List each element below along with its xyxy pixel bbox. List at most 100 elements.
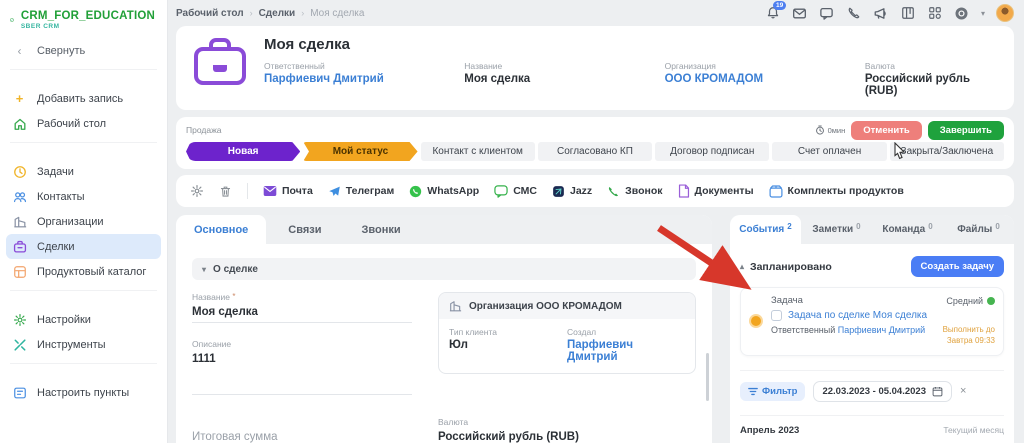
stage-closed[interactable]: Закрыта/Заключена bbox=[890, 142, 1004, 161]
chevron-left-icon: ‹ bbox=[12, 44, 27, 58]
tab-calls[interactable]: Звонки bbox=[344, 215, 419, 244]
deal-name-field[interactable]: Название * Моя сделка bbox=[192, 292, 412, 323]
help-icon[interactable] bbox=[954, 5, 970, 21]
stage-my-status[interactable]: Мой статус bbox=[303, 142, 417, 161]
cancel-deal-button[interactable]: Отменить bbox=[851, 121, 921, 140]
breadcrumb-deals[interactable]: Сделки bbox=[259, 8, 296, 19]
tab-relations[interactable]: Связи bbox=[270, 215, 339, 244]
stage-new[interactable]: Новая bbox=[186, 142, 300, 161]
user-avatar[interactable] bbox=[996, 4, 1014, 22]
chevron-up-icon: ▴ bbox=[740, 262, 744, 271]
breadcrumb-current: Моя сделка bbox=[310, 8, 364, 19]
action-jazz[interactable]: Jazz bbox=[552, 185, 592, 198]
field-label: Валюта bbox=[865, 61, 998, 71]
breadcrumb-desktop[interactable]: Рабочий стол bbox=[176, 8, 244, 19]
action-sms[interactable]: СМС bbox=[494, 185, 537, 198]
tab-events[interactable]: События2 bbox=[730, 215, 801, 244]
sidebar-item-contacts[interactable]: Контакты bbox=[0, 184, 167, 209]
sidebar-item-product-catalog[interactable]: Продуктовый каталог bbox=[0, 259, 167, 284]
stage-contract-signed[interactable]: Договор подписан bbox=[655, 142, 769, 161]
required-mark: * bbox=[232, 292, 235, 301]
field-label: Ответственный bbox=[264, 61, 464, 71]
create-task-button[interactable]: Создать задачу bbox=[911, 256, 1004, 277]
sidebar-item-add-record[interactable]: + Добавить запись bbox=[0, 86, 167, 111]
total-amount-field[interactable]: Итоговая сумма bbox=[192, 417, 412, 443]
sidebar-item-deals[interactable]: Сделки bbox=[6, 234, 161, 259]
deal-owner-link[interactable]: Парфиевич Дмитрий bbox=[264, 73, 464, 85]
chat-icon[interactable] bbox=[819, 5, 835, 21]
tab-notes[interactable]: Заметки0 bbox=[801, 215, 872, 244]
chevron-down-icon: ▾ bbox=[202, 265, 206, 274]
action-whatsapp[interactable]: WhatsApp bbox=[409, 185, 479, 198]
action-mail[interactable]: Почта bbox=[263, 185, 313, 197]
action-product-bundles[interactable]: Комплекты продуктов bbox=[769, 185, 904, 198]
scrollbar-thumb[interactable] bbox=[706, 353, 709, 401]
planned-section-header[interactable]: ▴ Запланировано bbox=[740, 261, 832, 273]
main-tabs: Основное Связи Звонки bbox=[176, 215, 712, 244]
stage-invoice-paid[interactable]: Счет оплачен bbox=[772, 142, 886, 161]
megaphone-icon[interactable] bbox=[873, 5, 889, 21]
task-owner-link[interactable]: Парфиевич Дмитрий bbox=[838, 325, 925, 335]
about-deal-section-header[interactable]: ▾ О сделке bbox=[192, 258, 696, 280]
people-icon bbox=[12, 190, 27, 204]
task-card[interactable]: Задача Средний Задача по сделке Моя сдел… bbox=[740, 287, 1004, 356]
timer-clock-icon bbox=[815, 125, 825, 135]
total-amount-input[interactable]: Итоговая сумма bbox=[192, 417, 412, 443]
sidebar-item-desktop[interactable]: Рабочий стол bbox=[0, 111, 167, 136]
task-checkbox[interactable] bbox=[771, 310, 782, 321]
phone-icon[interactable] bbox=[846, 5, 862, 21]
action-documents[interactable]: Документы bbox=[678, 184, 754, 198]
currency-field[interactable]: Валюта Российский рубль (RUB) bbox=[438, 417, 696, 443]
sidebar-collapse-button[interactable]: ‹ Свернуть bbox=[0, 38, 167, 63]
task-title-link[interactable]: Задача по сделке Моя сделка bbox=[788, 310, 927, 321]
calendar-icon bbox=[932, 386, 943, 397]
tab-count: 0 bbox=[856, 222, 860, 231]
building-icon bbox=[449, 300, 462, 312]
sidebar-item-configure-menu[interactable]: Настроить пункты bbox=[0, 380, 167, 405]
action-telegram[interactable]: Телеграм bbox=[328, 185, 395, 198]
creator-link[interactable]: Парфиевич Дмитрий bbox=[567, 339, 685, 363]
action-call[interactable]: Звонок bbox=[607, 185, 662, 198]
mail-icon[interactable] bbox=[792, 5, 808, 21]
package-icon bbox=[769, 185, 783, 198]
topbar: Рабочий стол › Сделки › Моя сделка 19 ▾ bbox=[176, 0, 1014, 26]
field-label: Тип клиента bbox=[449, 327, 567, 337]
field-label: Создал bbox=[567, 327, 685, 337]
apps-grid-icon[interactable] bbox=[927, 5, 943, 21]
filter-button[interactable]: Фильтр bbox=[740, 382, 805, 401]
deal-name-input[interactable]: Моя сделка bbox=[192, 304, 412, 323]
deal-header-card: Моя сделка Ответственный Парфиевич Дмитр… bbox=[176, 26, 1014, 110]
sidebar-item-organizations[interactable]: Организации bbox=[0, 209, 167, 234]
description-input[interactable]: 1111 bbox=[192, 351, 412, 369]
sidebar-item-tasks[interactable]: Задачи bbox=[0, 159, 167, 184]
date-range-input[interactable]: 22.03.2023 - 05.04.2023 bbox=[813, 381, 952, 402]
settings-gear-icon[interactable] bbox=[190, 184, 204, 198]
task-type-label: Задача bbox=[771, 295, 803, 306]
stage-kp-approved[interactable]: Согласовано КП bbox=[538, 142, 652, 161]
complete-deal-button[interactable]: Завершить bbox=[928, 121, 1004, 140]
kanban-board-icon[interactable] bbox=[900, 5, 916, 21]
organization-card[interactable]: Организация ООО КРОМАДОМ Тип клиента Юл … bbox=[438, 292, 696, 374]
chevron-down-icon[interactable]: ▾ bbox=[981, 9, 985, 18]
app-subtitle: SBER CRM bbox=[21, 23, 155, 30]
tab-files[interactable]: Файлы0 bbox=[943, 215, 1014, 244]
sidebar-item-settings[interactable]: Настройки bbox=[0, 307, 167, 332]
tab-team[interactable]: Команда0 bbox=[872, 215, 943, 244]
trash-icon[interactable] bbox=[219, 185, 232, 198]
tab-main[interactable]: Основное bbox=[176, 215, 266, 244]
jazz-icon bbox=[552, 185, 565, 198]
description-field[interactable]: Описание 1111 bbox=[192, 339, 412, 395]
notification-count-badge: 19 bbox=[773, 1, 786, 10]
clear-filter-button[interactable]: × bbox=[960, 385, 966, 397]
home-icon bbox=[12, 117, 27, 131]
notifications-bell-icon[interactable]: 19 bbox=[765, 5, 781, 21]
month-header: Апрель 2023 bbox=[740, 425, 799, 436]
sidebar-item-tools[interactable]: Инструменты bbox=[0, 332, 167, 357]
mail-icon bbox=[263, 185, 277, 197]
deal-organization-link[interactable]: ООО КРОМАДОМ bbox=[665, 73, 865, 85]
sidebar: CRM_FOR_EDUCATION SBER CRM ‹ Свернуть + … bbox=[0, 0, 168, 443]
field-label: Описание bbox=[192, 339, 412, 349]
telegram-icon bbox=[328, 185, 341, 198]
sms-bubble-icon bbox=[494, 185, 508, 198]
stage-client-contact[interactable]: Контакт с клиентом bbox=[421, 142, 535, 161]
